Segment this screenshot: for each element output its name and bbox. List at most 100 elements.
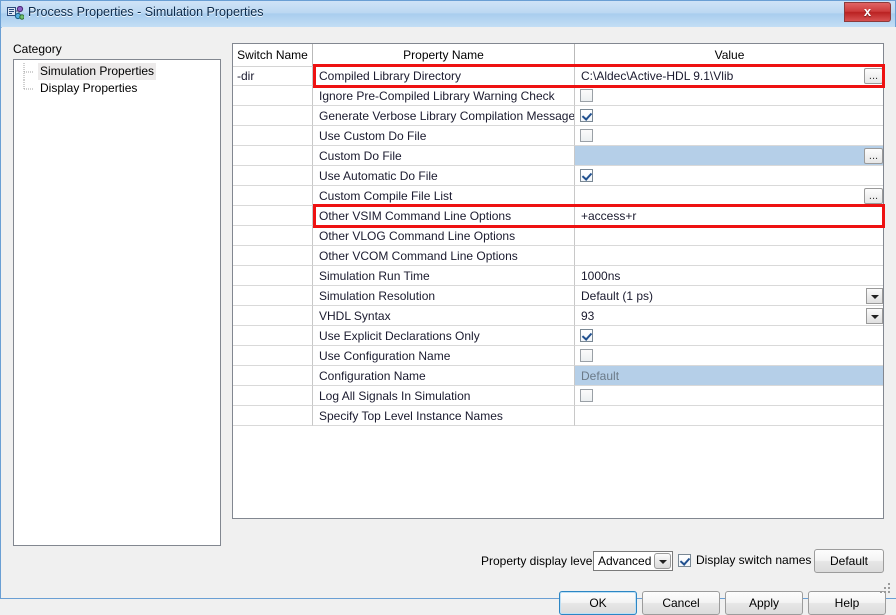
cell-value[interactable] [575, 406, 883, 426]
category-item-simulation-properties[interactable]: Simulation Properties [14, 63, 220, 80]
tree-connector-icon [21, 80, 35, 97]
cell-switch-name [233, 406, 313, 426]
category-item-label: Display Properties [40, 81, 138, 95]
cell-value[interactable]: ... [575, 186, 883, 206]
browse-ellipsis-button[interactable]: ... [864, 148, 883, 164]
cell-property-name: Other VLOG Command Line Options [313, 226, 575, 246]
column-header-switch-name[interactable]: Switch Name [233, 44, 313, 66]
property-display-level-label: Property display level: [481, 554, 599, 568]
column-header-value[interactable]: Value [575, 44, 883, 66]
cell-switch-name [233, 206, 313, 226]
category-item-label: Simulation Properties [38, 63, 157, 80]
table-row[interactable]: Generate Verbose Library Compilation Mes… [233, 106, 883, 126]
help-button[interactable]: Help [808, 591, 886, 615]
browse-ellipsis-button[interactable]: ... [864, 68, 883, 84]
table-row[interactable]: Configuration Name Default [233, 366, 883, 386]
cancel-button[interactable]: Cancel [642, 591, 720, 615]
cell-switch-name [233, 86, 313, 106]
cell-property-name: Custom Do File [313, 146, 575, 166]
cell-property-name: Ignore Pre-Compiled Library Warning Chec… [313, 86, 575, 106]
table-row[interactable]: Use Automatic Do File [233, 166, 883, 186]
checkbox-unchecked-icon[interactable] [580, 89, 593, 102]
checkbox-checked-icon[interactable] [580, 329, 593, 342]
cell-value[interactable] [575, 246, 883, 266]
grid-header: Switch Name Property Name Value [233, 44, 883, 67]
value-text: +access+r [581, 209, 637, 223]
table-row[interactable]: Other VSIM Command Line Options +access+r [233, 206, 883, 226]
cell-switch-name [233, 226, 313, 246]
display-switch-names-label: Display switch names [696, 553, 812, 567]
ok-button[interactable]: OK [559, 591, 637, 615]
cell-switch-name [233, 366, 313, 386]
category-tree[interactable]: Simulation Properties Display Properties [13, 59, 221, 546]
category-item-display-properties[interactable]: Display Properties [14, 80, 220, 97]
cell-value[interactable]: Default (1 ps) [575, 286, 883, 306]
table-row[interactable]: Log All Signals In Simulation [233, 386, 883, 406]
cell-value[interactable] [575, 326, 883, 346]
cell-value[interactable]: 93 [575, 306, 883, 326]
table-row[interactable]: Use Custom Do File [233, 126, 883, 146]
cell-switch-name [233, 106, 313, 126]
ellipsis-icon: ... [868, 190, 879, 202]
ellipsis-icon: ... [868, 70, 879, 82]
cell-property-name: Use Automatic Do File [313, 166, 575, 186]
cell-value[interactable] [575, 106, 883, 126]
cell-property-name: VHDL Syntax [313, 306, 575, 326]
process-properties-icon [7, 5, 25, 22]
table-row[interactable]: Other VLOG Command Line Options [233, 226, 883, 246]
checkbox-unchecked-icon[interactable] [580, 129, 593, 142]
apply-button[interactable]: Apply [725, 591, 803, 615]
cell-value[interactable]: Default [575, 366, 883, 386]
window-title: Process Properties - Simulation Properti… [28, 5, 264, 19]
table-row[interactable]: Simulation Run Time 1000ns [233, 266, 883, 286]
title-bar: Process Properties - Simulation Properti… [1, 1, 895, 28]
cell-value[interactable] [575, 226, 883, 246]
checkbox-checked-icon[interactable] [580, 169, 593, 182]
default-button[interactable]: Default [814, 549, 884, 573]
cell-switch-name [233, 386, 313, 406]
value-text: Default (1 ps) [581, 289, 654, 303]
chevron-down-icon[interactable] [866, 308, 883, 324]
table-row[interactable]: Simulation Resolution Default (1 ps) [233, 286, 883, 306]
property-display-level-value: Advanced [598, 554, 652, 568]
cell-value[interactable] [575, 386, 883, 406]
close-button[interactable]: x [844, 2, 891, 22]
table-row[interactable]: Use Explicit Declarations Only [233, 326, 883, 346]
checkbox-checked-icon[interactable] [580, 109, 593, 122]
table-row[interactable]: Specify Top Level Instance Names [233, 406, 883, 426]
value-text: Default [581, 369, 620, 383]
cell-value[interactable]: 1000ns [575, 266, 883, 286]
table-row[interactable]: Ignore Pre-Compiled Library Warning Chec… [233, 86, 883, 106]
table-row[interactable]: Custom Do File... [233, 146, 883, 166]
column-header-property-name[interactable]: Property Name [313, 44, 575, 66]
cell-switch-name [233, 286, 313, 306]
cell-property-name: Other VCOM Command Line Options [313, 246, 575, 266]
cell-value[interactable] [575, 86, 883, 106]
cell-switch-name [233, 126, 313, 146]
ellipsis-icon: ... [868, 150, 879, 162]
cell-value[interactable]: +access+r [575, 206, 883, 226]
cell-value[interactable]: ... [575, 146, 883, 166]
cell-property-name: Configuration Name [313, 366, 575, 386]
checkbox-unchecked-icon[interactable] [580, 389, 593, 402]
grid-rows: -dir Compiled Library Directory C:\Aldec\A… [233, 66, 883, 518]
table-row[interactable]: VHDL Syntax 93 [233, 306, 883, 326]
table-row[interactable]: Custom Compile File List... [233, 186, 883, 206]
browse-ellipsis-button[interactable]: ... [864, 188, 883, 204]
cell-value[interactable] [575, 126, 883, 146]
property-grid: Switch Name Property Name Value -dir Comp… [232, 43, 884, 519]
table-row[interactable]: -dir Compiled Library Directory C:\Aldec\A… [233, 66, 883, 86]
resize-grip[interactable] [880, 583, 892, 595]
cell-value[interactable] [575, 346, 883, 366]
display-switch-names-checkbox[interactable] [678, 554, 691, 567]
table-row[interactable]: Use Configuration Name [233, 346, 883, 366]
cell-switch-name [233, 266, 313, 286]
table-row[interactable]: Other VCOM Command Line Options [233, 246, 883, 266]
checkbox-unchecked-icon[interactable] [580, 349, 593, 362]
cell-switch-name [233, 346, 313, 366]
chevron-down-icon[interactable] [866, 288, 883, 304]
property-display-level-select[interactable]: Advanced [593, 551, 673, 571]
cell-value[interactable]: C:\Aldec\Active-HDL 9.1\Vlib... [575, 66, 883, 86]
cell-value[interactable] [575, 166, 883, 186]
dialog-body: Category Simulation Properties Display Pr… [2, 27, 896, 615]
